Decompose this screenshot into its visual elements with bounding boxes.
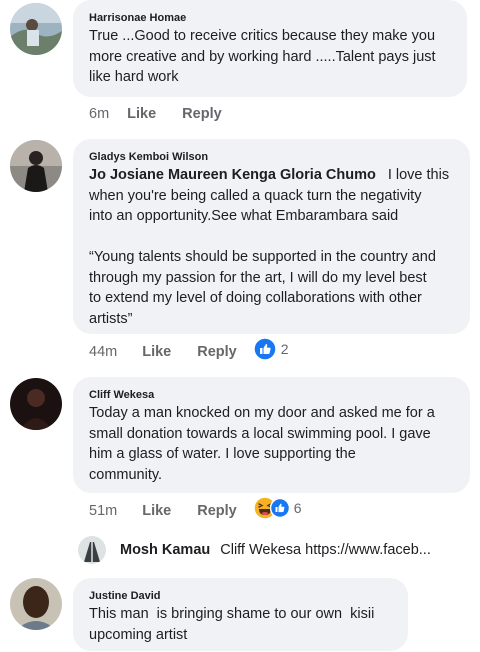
text-line: This man is bringing shame to our own ki… <box>89 606 375 622</box>
comment-bubble: Cliff Wekesa Today a man knocked on my d… <box>73 377 470 493</box>
text-line: through my passion for the art, I will d… <box>89 269 427 286</box>
avatar[interactable] <box>10 3 62 55</box>
text-line: like hard work <box>89 69 179 85</box>
reply-text: Cliff Wekesa https://www.faceb... <box>220 542 431 558</box>
comment-text: This man is bringing shame to our own ki… <box>89 604 374 645</box>
avatar[interactable] <box>10 578 62 630</box>
text-line: upcoming artist <box>89 626 188 643</box>
comment-bubble: Harrisonae Homae True ...Good to receive… <box>73 0 467 97</box>
text-line <box>89 227 449 248</box>
timestamp[interactable]: 44m <box>89 344 117 360</box>
text-line: community. <box>89 466 163 483</box>
comment-actions: 6m Like Reply <box>89 106 222 122</box>
comment-author[interactable]: Harrisonae Homae <box>89 12 186 24</box>
text-fragment: I love this <box>387 167 450 183</box>
reaction-count: 6 <box>293 500 302 516</box>
tagged-names[interactable]: Jo Josiane Maureen Kenga Gloria Chumo <box>89 167 376 183</box>
like-button[interactable]: Like <box>127 106 156 122</box>
comment-author[interactable]: Gladys Kemboi Wilson <box>89 151 208 163</box>
text-line: Jo Josiane Maureen Kenga Gloria Chumo I l… <box>89 165 449 186</box>
text-line: artists” <box>89 310 133 327</box>
reply-button[interactable]: Reply <box>197 344 237 360</box>
reply-button[interactable]: Reply <box>197 503 237 519</box>
comment-author[interactable]: Justine David <box>89 590 161 602</box>
text-line: more creative and by working hard .....T… <box>89 48 436 65</box>
reactions-summary[interactable]: 6 <box>252 496 302 520</box>
text-line: True ...Good to receive critics because … <box>89 28 436 44</box>
reactions-summary[interactable]: 2 <box>252 337 289 361</box>
text-line: small donation towards a local swimming … <box>89 425 431 442</box>
reply-button[interactable]: Reply <box>182 106 222 122</box>
comment-actions: 44m Like Reply 2 <box>89 337 289 361</box>
avatar[interactable] <box>10 140 62 192</box>
text-line: to extend my level of doing collaboratio… <box>89 290 422 306</box>
comment-author[interactable]: Cliff Wekesa <box>89 389 154 401</box>
text-line: him a glass of water. I love supporting … <box>89 446 356 462</box>
avatar <box>78 536 106 564</box>
reaction-count: 2 <box>280 341 289 357</box>
reply-preview[interactable]: Mosh Kamau Cliff Wekesa https://www.face… <box>78 536 431 564</box>
timestamp[interactable]: 6m <box>89 106 109 122</box>
comment-text: Jo Josiane Maureen Kenga Gloria Chumo I l… <box>89 165 449 329</box>
text-line: “Young talents should be supported in th… <box>89 249 436 265</box>
comment-actions: 51m Like Reply 6 <box>89 496 302 520</box>
text-line: into an opportunity.See what Embarambara… <box>89 208 399 224</box>
comment-bubble: Gladys Kemboi Wilson Jo Josiane Maureen … <box>73 139 470 334</box>
text-line: Today a man knocked on my door and asked… <box>89 405 435 421</box>
comment-text: True ...Good to receive critics because … <box>89 26 436 88</box>
like-button[interactable]: Like <box>142 344 171 360</box>
avatar[interactable] <box>10 378 62 430</box>
like-reaction-icon <box>269 497 290 519</box>
reply-author[interactable]: Mosh Kamau <box>120 542 210 558</box>
like-reaction-icon <box>252 337 277 361</box>
comment-bubble: Justine David This man is bringing shame… <box>73 578 408 651</box>
comment-text: Today a man knocked on my door and asked… <box>89 403 435 485</box>
timestamp[interactable]: 51m <box>89 503 117 519</box>
like-button[interactable]: Like <box>142 503 171 519</box>
text-line: when you're being called a quack turn th… <box>89 187 422 204</box>
